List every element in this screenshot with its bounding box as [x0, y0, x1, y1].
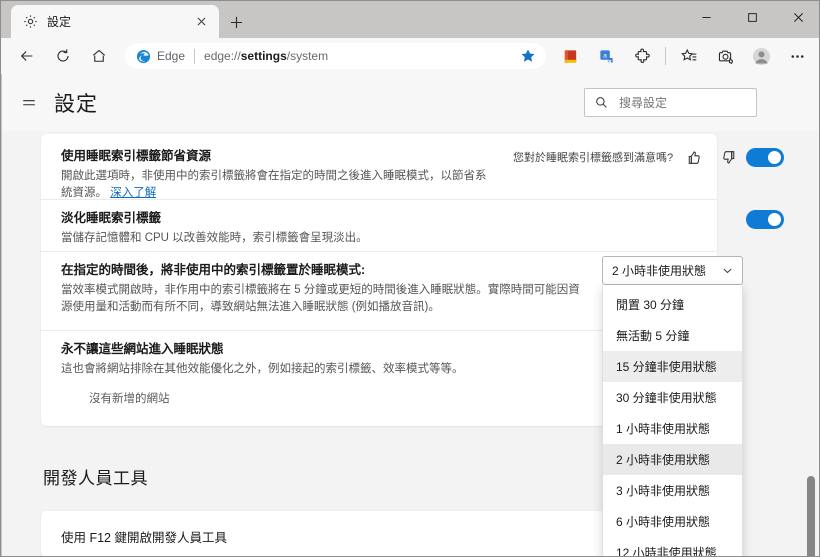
feedback-text: 您對於睡眠索引標籤感到滿意嗎? [513, 149, 673, 165]
chevron-down-icon [721, 265, 733, 276]
more-options-icon[interactable] [783, 42, 811, 70]
sleep-timer-option[interactable]: 3 小時非使用狀態 [603, 475, 742, 506]
close-icon[interactable] [191, 12, 211, 32]
sleep-timer-option[interactable]: 15 分鐘非使用狀態 [603, 351, 742, 382]
toggle-fade-sleeping-tabs[interactable] [746, 210, 784, 229]
back-icon[interactable] [13, 42, 41, 70]
sleep-timer-option-list[interactable]: 閒置 30 分鐘無活動 5 分鐘15 分鐘非使用狀態30 分鐘非使用狀態1 小時… [602, 285, 743, 557]
scrollbar-thumb[interactable] [807, 476, 815, 557]
search-settings-box[interactable]: 搜尋設定 [584, 88, 757, 117]
feedback-prompt: 您對於睡眠索引標籤感到滿意嗎? [513, 144, 741, 170]
title-bar: 設定 [1, 1, 820, 38]
sleep-timer-option[interactable]: 30 分鐘非使用狀態 [603, 382, 742, 413]
close-button[interactable] [775, 1, 820, 33]
hamburger-menu-icon[interactable] [16, 90, 42, 116]
sleep-timer-option[interactable]: 閒置 30 分鐘 [603, 289, 742, 320]
url-bold: settings [241, 49, 287, 63]
sleep-timer-option[interactable]: 1 小時非使用狀態 [603, 413, 742, 444]
sleep-timer-select-value: 2 小時非使用狀態 [612, 262, 721, 279]
edge-label: Edge [157, 49, 185, 63]
maximize-button[interactable] [729, 1, 775, 33]
learn-more-link[interactable]: 深入了解 [110, 187, 156, 199]
refresh-icon[interactable] [49, 42, 77, 70]
toggle-sleeping-tabs-resources[interactable] [746, 148, 784, 167]
favorites-star-icon[interactable] [516, 44, 540, 68]
toolbar-actions: a [552, 42, 820, 70]
thumbs-down-icon[interactable] [715, 144, 741, 170]
window-controls [683, 1, 820, 33]
browser-essentials-icon[interactable] [556, 42, 584, 70]
page-title: 設定 [54, 88, 98, 118]
profile-avatar-icon[interactable] [747, 42, 775, 70]
svg-text:a: a [603, 52, 607, 59]
edge-logo-icon [135, 48, 151, 64]
devtools-item-label: 使用 F12 鍵開啟開發人員工具 [61, 527, 227, 546]
home-icon[interactable] [85, 42, 113, 70]
copilot-icon[interactable] [711, 42, 739, 70]
row-description: 當儲存記憶體和 CPU 以改善效能時，索引標籤會呈現淡出。 [61, 230, 491, 247]
search-icon [593, 96, 609, 109]
settings-content: 使用睡眠索引標籤節省資源 開啟此選項時，非使用中的索引標籤將會在指定的時間之後進… [2, 131, 820, 557]
row-divider [41, 199, 717, 200]
row-description: 當效率模式開啟時，非作用中的索引標籤將在 5 分鐘或更短的時間後進入睡眠狀態。實… [61, 282, 583, 316]
toolbar-divider [665, 47, 666, 65]
row-description: 開啟此選項時，非使用中的索引標籤將會在指定的時間之後進入睡眠模式，以節省系統資源… [61, 168, 491, 202]
row-divider [41, 251, 717, 252]
collections-icon[interactable] [675, 42, 703, 70]
sleep-timer-select[interactable]: 2 小時非使用狀態 [602, 256, 743, 285]
settings-header: 設定 搜尋設定 [2, 74, 820, 131]
tab-settings[interactable]: 設定 [11, 5, 219, 38]
sleep-timer-option[interactable]: 12 小時非使用狀態 [603, 537, 742, 557]
row-fade-sleeping-tabs: 淡化睡眠索引標籤 當儲存記憶體和 CPU 以改善效能時，索引標籤會呈現淡出。 [41, 210, 717, 247]
toggle-knob [768, 213, 781, 226]
search-placeholder: 搜尋設定 [619, 94, 667, 111]
browser-window: 設定 [0, 0, 820, 557]
minimize-button[interactable] [683, 1, 729, 33]
url-prefix: edge:// [204, 49, 241, 63]
thumbs-up-icon[interactable] [681, 144, 707, 170]
sleep-timer-option[interactable]: 2 小時非使用狀態 [603, 444, 742, 475]
tab-title: 設定 [47, 13, 191, 30]
row-title: 淡化睡眠索引標籤 [61, 210, 697, 227]
sleep-timer-option[interactable]: 6 小時非使用狀態 [603, 506, 742, 537]
search-container: 搜尋設定 [98, 88, 820, 117]
new-tab-button[interactable] [223, 9, 249, 35]
no-sites-added-text: 沒有新增的網站 [89, 390, 170, 406]
omnibox-divider [194, 49, 195, 64]
page-scrollbar[interactable] [804, 131, 818, 557]
gear-icon [22, 14, 38, 30]
devtools-section-heading: 開發人員工具 [43, 464, 148, 489]
url-text: edge://settings/system [204, 49, 516, 63]
row-description: 這也會將網站排除在其他效能優化之外，例如接起的索引標籤、效率模式等等。 [61, 361, 581, 378]
translate-icon[interactable]: a [592, 42, 620, 70]
toggle-knob [768, 151, 781, 164]
url-suffix: /system [287, 49, 328, 63]
extensions-icon[interactable] [628, 42, 656, 70]
browser-toolbar: Edge edge://settings/system a [1, 38, 820, 74]
address-bar[interactable]: Edge edge://settings/system [125, 43, 546, 69]
sleep-timer-option[interactable]: 無活動 5 分鐘 [603, 320, 742, 351]
